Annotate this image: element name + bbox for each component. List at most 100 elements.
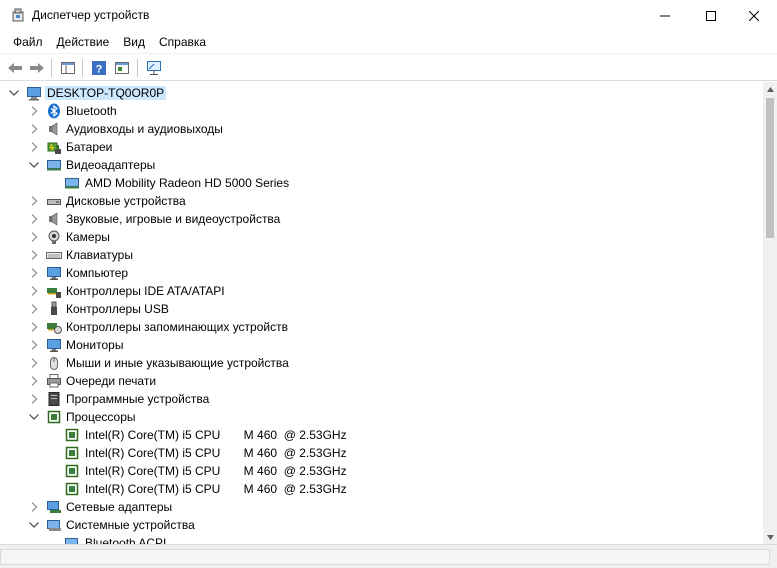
chevron-right-icon xyxy=(31,232,38,242)
chevron-right-icon xyxy=(31,124,38,134)
tree-device-label: Intel(R) Core(TM) i5 CPU M 460 @ 2.53GHz xyxy=(85,464,347,478)
expand-toggle[interactable] xyxy=(28,393,40,405)
tree-category[interactable]: Мыши и иные указывающие устройства xyxy=(0,354,760,372)
chevron-right-icon xyxy=(31,142,38,152)
help-button[interactable]: ? xyxy=(89,58,109,78)
expand-toggle[interactable] xyxy=(28,267,40,279)
battery-icon xyxy=(47,142,61,154)
tree-category-label: Звуковые, игровые и видеоустройства xyxy=(66,212,281,226)
monitor-icon xyxy=(47,339,61,352)
expand-toggle[interactable] xyxy=(28,303,40,315)
show-hide-console-tree-button[interactable] xyxy=(58,58,78,78)
expand-toggle[interactable] xyxy=(28,231,40,243)
expand-toggle[interactable] xyxy=(28,141,40,153)
tree-category[interactable]: Bluetooth xyxy=(0,102,760,120)
tree-category[interactable]: Клавиатуры xyxy=(0,246,760,264)
expand-toggle[interactable] xyxy=(28,411,40,423)
back-button[interactable] xyxy=(5,58,25,78)
tree-category[interactable]: Очереди печати xyxy=(0,372,760,390)
chevron-right-icon xyxy=(31,106,38,116)
forward-button[interactable] xyxy=(27,58,47,78)
tree-category[interactable]: Компьютер xyxy=(0,264,760,282)
expand-toggle[interactable] xyxy=(28,105,40,117)
expand-toggle[interactable] xyxy=(8,87,20,99)
expand-toggle[interactable] xyxy=(28,339,40,351)
maximize-icon xyxy=(706,10,716,21)
speaker-icon xyxy=(49,212,58,226)
processor-icon xyxy=(65,464,79,478)
expand-toggle[interactable] xyxy=(28,123,40,135)
menu-bar: Файл Действие Вид Справка xyxy=(0,31,777,53)
tree-category[interactable]: Дисковые устройства xyxy=(0,192,760,210)
scroll-up-button[interactable] xyxy=(763,82,777,96)
tree-category[interactable]: Мониторы xyxy=(0,336,760,354)
tree-device[interactable]: Intel(R) Core(TM) i5 CPU M 460 @ 2.53GHz xyxy=(0,462,760,480)
chevron-right-icon xyxy=(31,286,38,296)
usb-icon xyxy=(51,301,57,315)
tree-category[interactable]: Сетевые адаптеры xyxy=(0,498,760,516)
keyboard-icon xyxy=(46,252,62,259)
tree-device[interactable]: Intel(R) Core(TM) i5 CPU M 460 @ 2.53GHz xyxy=(0,426,760,444)
maximize-button[interactable] xyxy=(688,0,734,31)
tree-category[interactable]: Камеры xyxy=(0,228,760,246)
tree-category-label: Дисковые устройства xyxy=(66,194,186,208)
expand-toggle[interactable] xyxy=(28,501,40,513)
tree-category[interactable]: Контроллеры запоминающих устройств xyxy=(0,318,760,336)
title-bar: Диспетчер устройств xyxy=(0,0,777,31)
tree-category[interactable]: Аудиовходы и аудиовыходы xyxy=(0,120,760,138)
scrollbar-thumb[interactable] xyxy=(766,98,774,238)
tree-category[interactable]: Батареи xyxy=(0,138,760,156)
tree-device[interactable]: Intel(R) Core(TM) i5 CPU M 460 @ 2.53GHz xyxy=(0,444,760,462)
properties-button[interactable] xyxy=(112,58,132,78)
tree-category-label: Клавиатуры xyxy=(66,248,133,262)
expand-toggle[interactable] xyxy=(28,357,40,369)
display-adapter-icon xyxy=(65,178,79,189)
menu-help[interactable]: Справка xyxy=(152,31,213,53)
tree-device[interactable]: AMD Mobility Radeon HD 5000 Series xyxy=(0,174,760,192)
chevron-right-icon xyxy=(31,502,38,512)
menu-file[interactable]: Файл xyxy=(6,31,50,53)
chevron-right-icon xyxy=(31,322,38,332)
tree-category-label: Bluetooth xyxy=(66,104,117,118)
expand-toggle[interactable] xyxy=(28,213,40,225)
scan-hardware-icon xyxy=(147,61,161,75)
chevron-down-icon xyxy=(29,162,39,168)
device-tree: DESKTOP-TQ0OR0P Bluetooth Аудиовходы и ауд… xyxy=(0,82,763,544)
tree-device[interactable]: Bluetooth ACPI xyxy=(0,534,760,544)
vertical-scrollbar[interactable] xyxy=(763,82,777,544)
scroll-down-button[interactable] xyxy=(763,530,777,544)
expand-toggle[interactable] xyxy=(28,519,40,531)
chevron-right-icon xyxy=(31,196,38,206)
chevron-down-icon xyxy=(29,414,39,420)
tree-category[interactable]: Контроллеры IDE ATA/ATAPI xyxy=(0,282,760,300)
expand-toggle[interactable] xyxy=(28,249,40,261)
system-device-icon xyxy=(47,520,61,531)
scan-hardware-button[interactable] xyxy=(144,58,164,78)
tree-category[interactable]: Контроллеры USB xyxy=(0,300,760,318)
expand-toggle[interactable] xyxy=(28,375,40,387)
tree-device-label: Intel(R) Core(TM) i5 CPU M 460 @ 2.53GHz xyxy=(85,446,347,460)
tree-category[interactable]: Видеоадаптеры xyxy=(0,156,760,174)
expand-toggle[interactable] xyxy=(28,159,40,171)
toolbar-separator xyxy=(82,59,83,77)
toolbar: ? xyxy=(0,53,777,81)
chevron-right-icon xyxy=(31,340,38,350)
tree-category[interactable]: Процессоры xyxy=(0,408,760,426)
tree-category[interactable]: Системные устройства xyxy=(0,516,760,534)
tree-category[interactable]: Программные устройства xyxy=(0,390,760,408)
tree-category[interactable]: Звуковые, игровые и видеоустройства xyxy=(0,210,760,228)
tree-device[interactable]: Intel(R) Core(TM) i5 CPU M 460 @ 2.53GHz xyxy=(0,480,760,498)
expand-toggle[interactable] xyxy=(28,195,40,207)
chevron-right-icon xyxy=(31,214,38,224)
minimize-button[interactable] xyxy=(642,0,688,31)
bluetooth-icon xyxy=(48,103,60,119)
tree-category-label: Программные устройства xyxy=(66,392,210,406)
tree-category-label: Системные устройства xyxy=(66,518,195,532)
expand-toggle[interactable] xyxy=(28,321,40,333)
menu-action[interactable]: Действие xyxy=(50,31,117,53)
expand-toggle[interactable] xyxy=(28,285,40,297)
display-adapter-icon xyxy=(47,160,61,171)
close-button[interactable] xyxy=(731,0,777,31)
tree-root-computer[interactable]: DESKTOP-TQ0OR0P xyxy=(0,84,760,102)
menu-view[interactable]: Вид xyxy=(116,31,152,53)
